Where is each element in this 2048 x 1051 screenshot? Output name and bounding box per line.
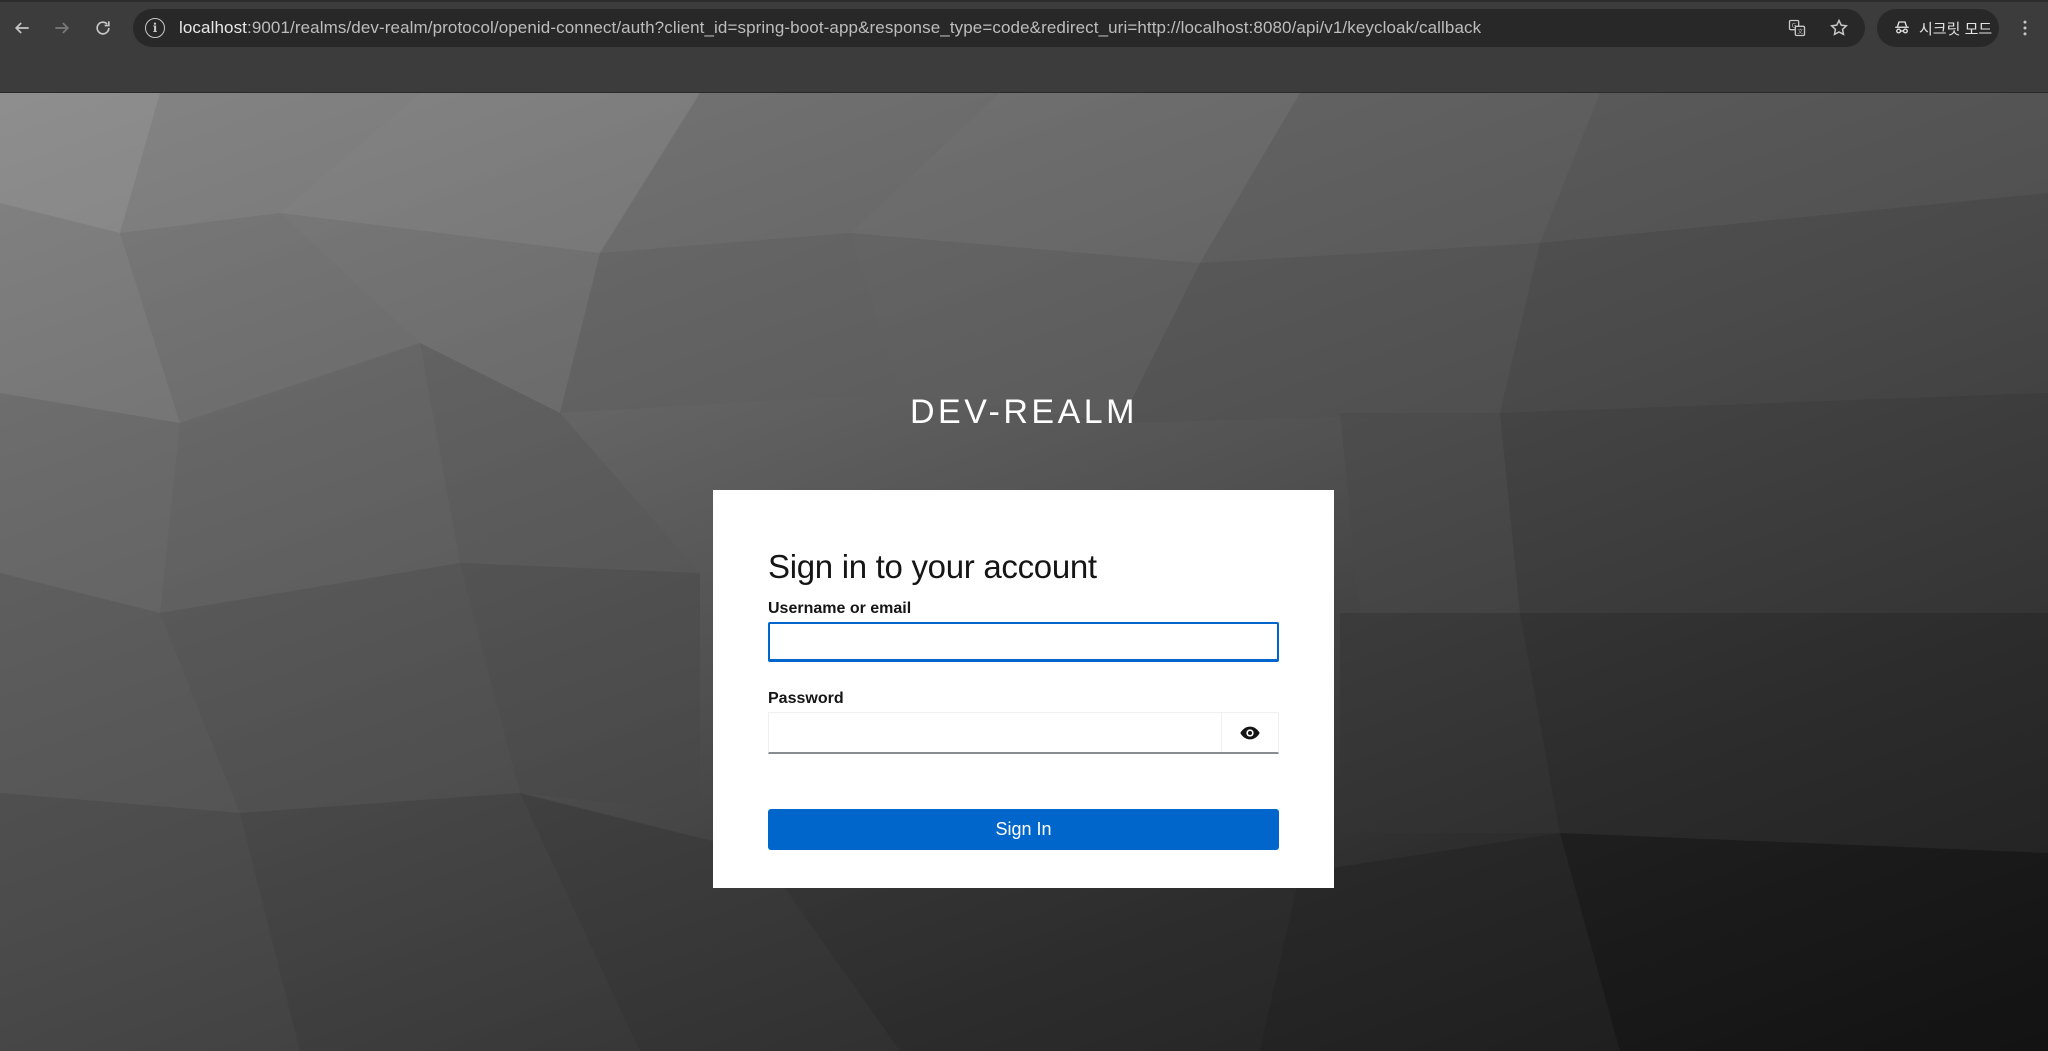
incognito-indicator[interactable]: 시크릿 모드 — [1877, 9, 1999, 47]
forward-button[interactable] — [42, 8, 82, 48]
incognito-label: 시크릿 모드 — [1919, 20, 1993, 38]
url-text[interactable]: localhost:9001/realms/dev-realm/protocol… — [179, 18, 1481, 38]
card-title: Sign in to your account — [768, 548, 1097, 585]
sign-in-button[interactable]: Sign In — [768, 809, 1279, 850]
username-input[interactable] — [768, 622, 1279, 662]
star-icon[interactable] — [1827, 16, 1851, 40]
password-input[interactable] — [769, 713, 1221, 752]
arrow-right-icon — [55, 22, 70, 34]
password-field-group — [768, 712, 1279, 754]
svg-text:G: G — [1792, 24, 1797, 30]
translate-icon[interactable]: G文 — [1785, 16, 1809, 40]
show-password-button[interactable] — [1221, 713, 1278, 752]
tabstrip-edge — [0, 0, 2048, 2]
eye-icon — [1240, 726, 1260, 739]
password-label: Password — [768, 690, 844, 707]
username-label: Username or email — [768, 600, 912, 617]
info-icon[interactable]: i — [145, 18, 165, 38]
login-card: Sign in to your account Username or emai… — [713, 490, 1334, 888]
kebab-menu-icon — [2023, 20, 2027, 36]
url-path: :9001/realms/dev-realm/protocol/openid-c… — [247, 18, 1482, 37]
browser-menu-button[interactable] — [2010, 8, 2040, 48]
svg-text:文: 文 — [1797, 27, 1803, 35]
bookmark-bar — [0, 55, 2048, 93]
reload-button[interactable] — [83, 8, 123, 48]
omnibox-actions: G文 — [1785, 9, 1851, 47]
reload-icon — [96, 21, 110, 35]
address-bar[interactable]: i localhost:9001/realms/dev-realm/protoc… — [133, 9, 1865, 47]
incognito-icon — [1895, 21, 1909, 34]
realm-name: DEV-REALM — [910, 393, 1138, 431]
arrow-left-icon — [14, 22, 29, 34]
url-host: localhost — [179, 18, 247, 37]
back-button[interactable] — [2, 8, 42, 48]
browser-toolbar: i localhost:9001/realms/dev-realm/protoc… — [0, 0, 2048, 55]
login-page: DEV-REALM Sign in to your account Userna… — [0, 93, 2048, 1051]
